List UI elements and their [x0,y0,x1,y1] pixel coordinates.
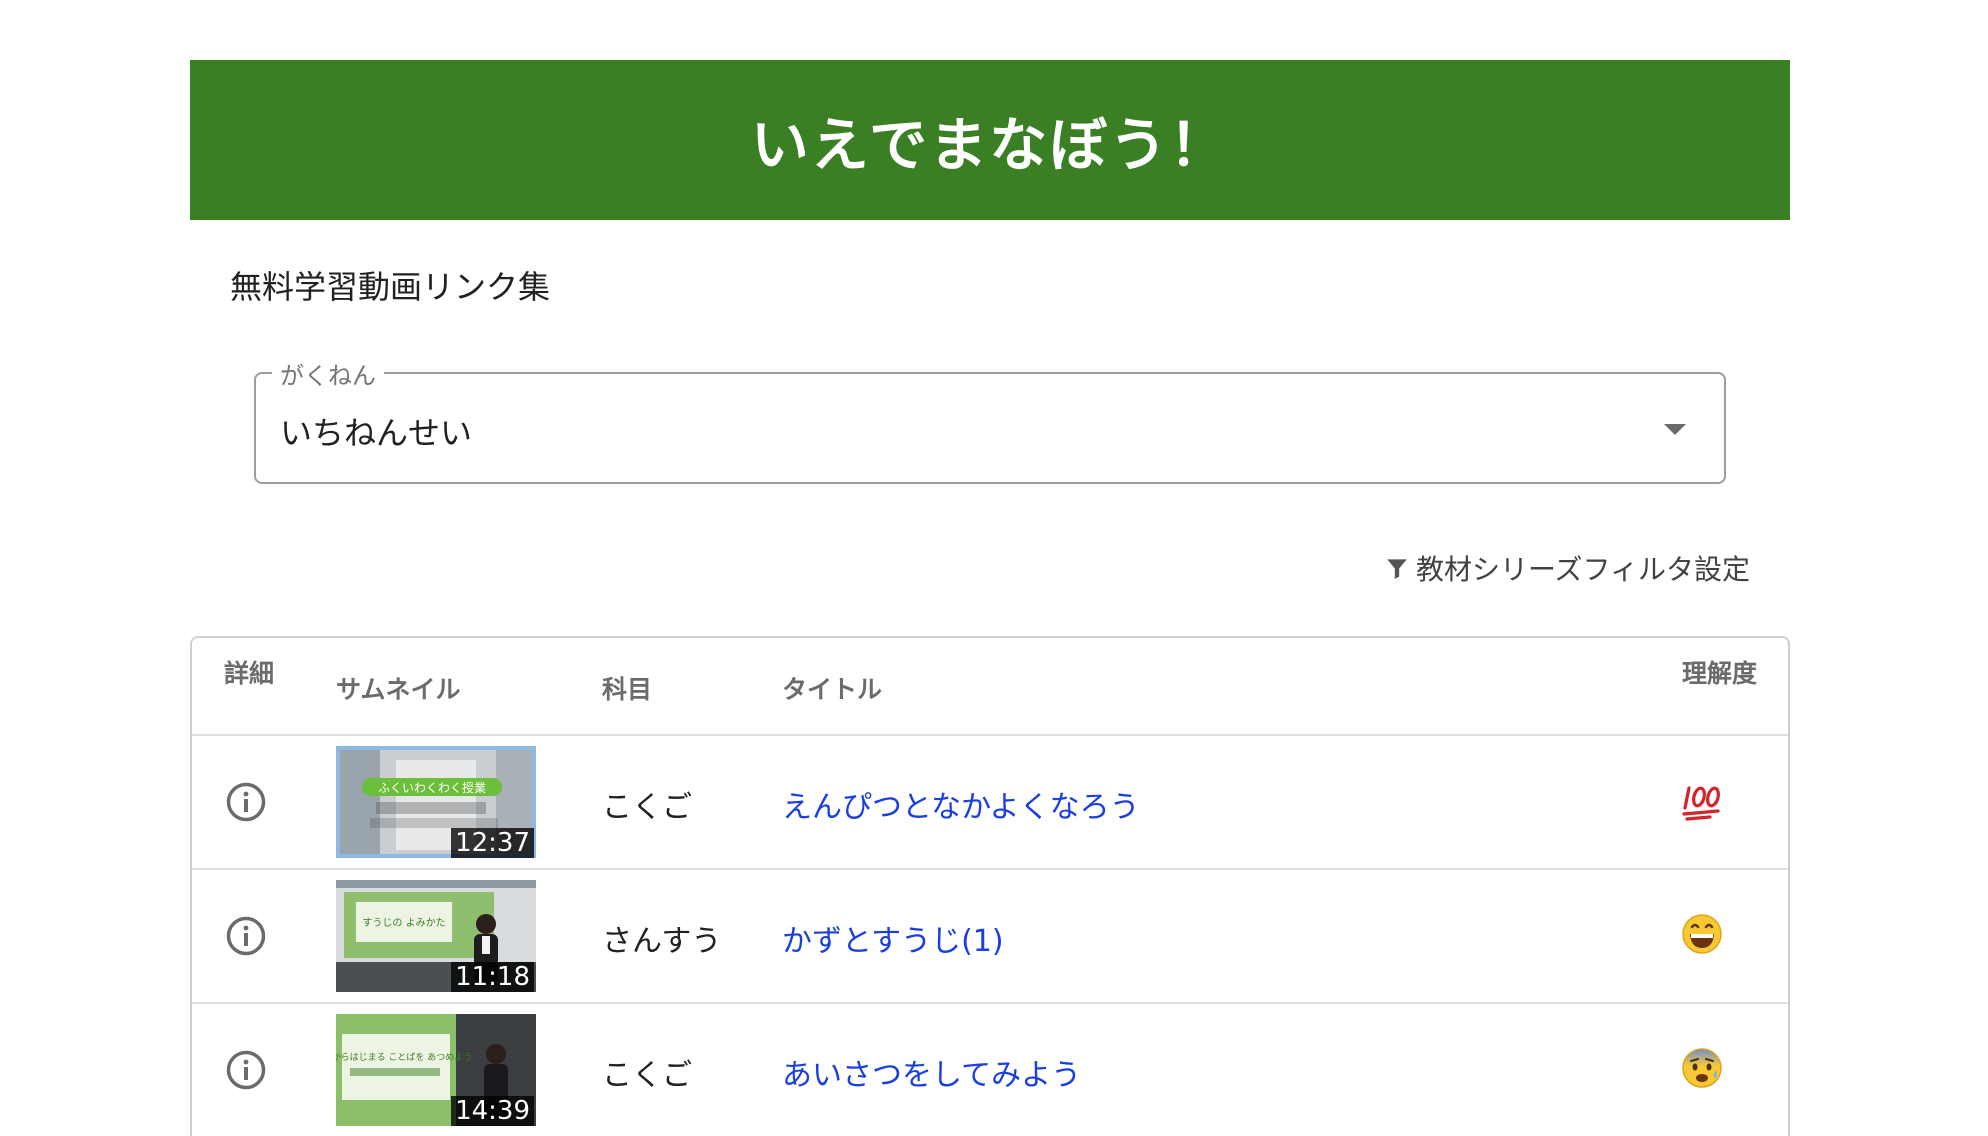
video-duration: 12:37 [451,828,534,858]
row-subject: こくご [602,1058,692,1093]
header-understanding: 理解度 [1682,659,1758,688]
video-title-link[interactable]: えんぴつとなかよくなろう [782,782,1140,826]
table-header: 詳細 サムネイル 科目 タイトル 理解度 [192,638,1788,736]
video-duration: 11:18 [451,962,534,992]
row-subject: さんすう [602,924,722,959]
chevron-down-icon[interactable] [1664,424,1686,435]
app-title: いえでまなぼう！ [750,111,1230,179]
thumbnail-caption: すうじの よみかた [362,917,445,929]
video-title-link[interactable]: あいさつをしてみよう [782,1050,1081,1094]
grade-select[interactable]: がくねん いちねんせい [254,356,1726,484]
header-subject: 科目 [602,675,653,704]
video-title-link[interactable]: かずとすうじ(1) [782,916,1004,960]
thumbnail-caption: あ からはじまる ことばを あつめよう [336,1052,472,1063]
header-title: タイトル [782,675,883,704]
filter-icon [1387,559,1407,579]
grade-select-value: いちねんせい [280,414,473,452]
video-table: 詳細 サムネイル 科目 タイトル 理解度 ふくいわくわく授業 12:37 こくご… [190,636,1790,1136]
info-icon[interactable] [226,1050,266,1090]
anxious-face-icon[interactable] [1680,1046,1724,1090]
hundred-points-icon[interactable] [1680,778,1724,822]
thumbnail-caption: ふくいわくわく授業 [378,780,486,795]
series-filter-button[interactable]: 教材シリーズフィルタ設定 [1384,548,1750,588]
series-filter-label: 教材シリーズフィルタ設定 [1415,553,1750,586]
video-thumbnail[interactable]: ふくいわくわく授業 12:37 [336,746,536,858]
video-duration: 14:39 [451,1096,534,1126]
grinning-face-icon[interactable] [1680,912,1724,956]
page: いえでまなぼう！ 無料学習動画リンク集 がくねん いちねんせい 教材シリーズフィ… [0,0,1988,1136]
table-row: すうじの よみかた 11:18 さんすう かずとすうじ(1) [192,870,1788,1004]
info-icon[interactable] [226,782,266,822]
grade-select-label: がくねん [272,356,384,391]
header-detail: 詳細 [224,659,275,688]
page-subtitle: 無料学習動画リンク集 [230,268,551,306]
header-banner: いえでまなぼう！ [190,60,1790,220]
table-row: ふくいわくわく授業 12:37 こくご えんぴつとなかよくなろう [192,736,1788,870]
table-row: あ からはじまる ことばを あつめよう 14:39 こくご あいさつをしてみよう [192,1004,1788,1136]
header-thumbnail: サムネイル [336,675,461,704]
row-subject: こくご [602,790,692,825]
video-thumbnail[interactable]: あ からはじまる ことばを あつめよう 14:39 [336,1014,536,1126]
info-icon[interactable] [226,916,266,956]
video-thumbnail[interactable]: すうじの よみかた 11:18 [336,880,536,992]
